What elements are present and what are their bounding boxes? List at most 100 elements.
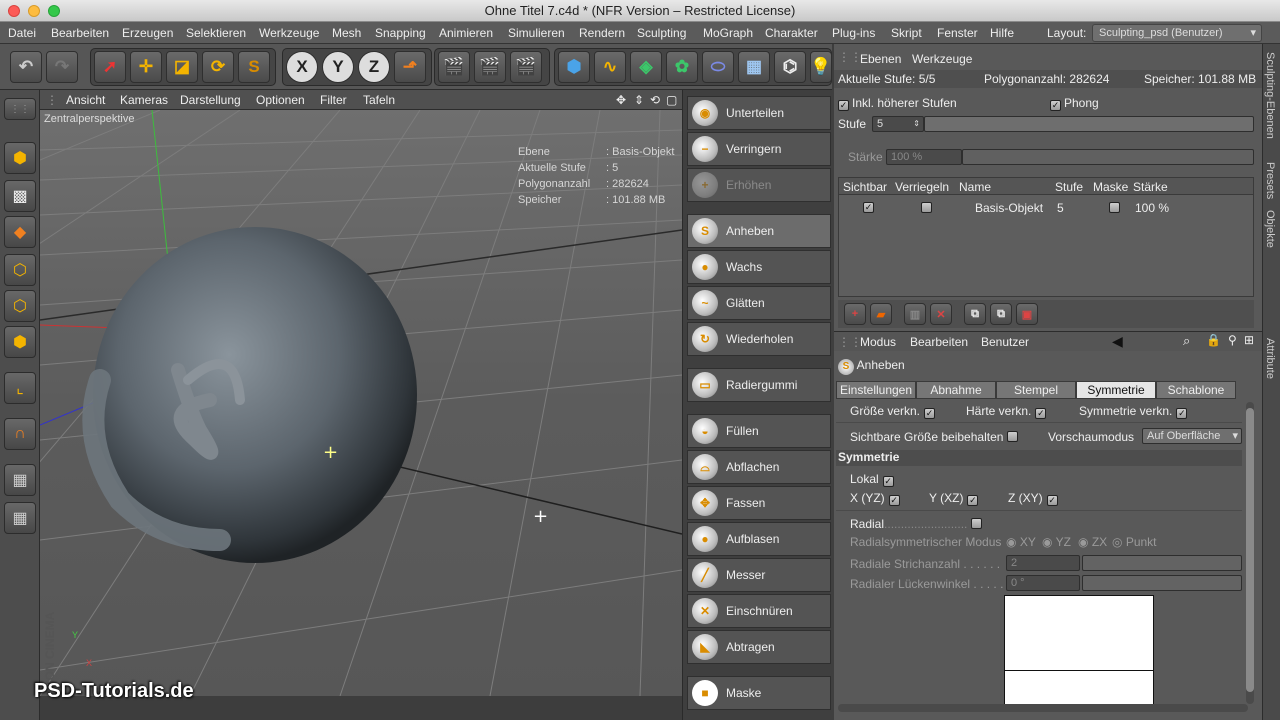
- radial-checkbox[interactable]: Radial.........................: [850, 517, 983, 531]
- menu-mesh[interactable]: Mesh: [332, 26, 361, 40]
- stufe-slider[interactable]: [924, 116, 1254, 132]
- sculpt-tool-button[interactable]: S: [238, 51, 270, 83]
- radial-option-zx[interactable]: ◉ ZX: [1078, 535, 1107, 549]
- menu-rendern[interactable]: Rendern: [579, 26, 625, 40]
- 3d-viewport[interactable]: + + Zentralperspektive Ebene: Basis-Obje…: [40, 110, 682, 696]
- radial-option-yz[interactable]: ◉ YZ: [1042, 535, 1071, 549]
- menu-charakter[interactable]: Charakter: [765, 26, 818, 40]
- scale-tool-button[interactable]: ◪: [166, 51, 198, 83]
- menu-werkzeuge[interactable]: Werkzeuge: [259, 26, 319, 40]
- tool-fassen[interactable]: ✥ Fassen: [687, 486, 831, 520]
- radial-strokes-field[interactable]: 2: [1006, 555, 1080, 571]
- viewport-menu-filter[interactable]: Filter: [320, 93, 347, 107]
- tab-symmetrie[interactable]: Symmetrie: [1076, 381, 1156, 399]
- radial-option-xy[interactable]: ◉ XY: [1006, 535, 1036, 549]
- viewport-dolly-icon[interactable]: ⇕: [634, 93, 644, 107]
- visible-checkbox[interactable]: ✓: [863, 202, 874, 213]
- incl-higher-levels-checkbox[interactable]: ✓ Inkl. höherer Stufen: [838, 96, 957, 111]
- nurbs-object-button[interactable]: ◈: [630, 51, 662, 83]
- radial-option-punkt[interactable]: ◎ Punkt: [1112, 535, 1157, 549]
- menu-simulieren[interactable]: Simulieren: [508, 26, 565, 40]
- planar-workplane-button[interactable]: ▦: [4, 502, 36, 534]
- radial-strokes-slider[interactable]: [1082, 555, 1242, 571]
- radial-gap-slider[interactable]: [1082, 575, 1242, 591]
- attr-menu-bearbeiten[interactable]: Bearbeiten: [910, 335, 968, 349]
- clear-layer-button[interactable]: ✕: [930, 303, 952, 325]
- menu-bearbeiten[interactable]: Bearbeiten: [51, 26, 109, 40]
- polygon-mode-button[interactable]: ⬢: [4, 326, 36, 358]
- tool-wiederholen[interactable]: ↻ Wiederholen: [687, 322, 831, 356]
- link-icon[interactable]: ⚲: [1228, 333, 1237, 347]
- lock-icon[interactable]: 🔒: [1206, 333, 1221, 347]
- side-tab-presets[interactable]: Presets: [1264, 162, 1276, 199]
- tool-abtragen[interactable]: ◣ Abtragen: [687, 630, 831, 664]
- tool-glaetten[interactable]: ~ Glätten: [687, 286, 831, 320]
- select-tool-button[interactable]: ➚: [94, 51, 126, 83]
- add-folder-button[interactable]: ▰: [870, 303, 892, 325]
- workplane-mode-button[interactable]: ◆: [4, 216, 36, 248]
- close-window-button[interactable]: [8, 5, 20, 17]
- tool-fuellen[interactable]: ◒ Füllen: [687, 414, 831, 448]
- menu-datei[interactable]: Datei: [8, 26, 36, 40]
- minimize-window-button[interactable]: [28, 5, 40, 17]
- edge-mode-button[interactable]: ⬡: [4, 290, 36, 322]
- viewport-maximize-icon[interactable]: ▢: [666, 93, 677, 107]
- rotate-tool-button[interactable]: ⟳: [202, 51, 234, 83]
- tool-anheben[interactable]: S Anheben: [687, 214, 831, 248]
- viewport-move-icon[interactable]: ✥: [616, 93, 626, 107]
- staerke-field[interactable]: 100 %: [886, 149, 962, 165]
- x-yz-checkbox[interactable]: X (YZ) ✓: [850, 491, 900, 506]
- viewport-menu-optionen[interactable]: Optionen: [256, 93, 305, 107]
- workplane-lock-button[interactable]: ▦: [4, 464, 36, 496]
- lock-checkbox[interactable]: [921, 202, 932, 213]
- tab-einstellungen[interactable]: Einstellungen: [836, 381, 916, 399]
- point-mode-button[interactable]: ⬡: [4, 254, 36, 286]
- lokal-checkbox[interactable]: Lokal ✓: [850, 472, 894, 487]
- tool-einschnueren[interactable]: ✕ Einschnüren: [687, 594, 831, 628]
- menu-animieren[interactable]: Animieren: [439, 26, 493, 40]
- side-tab-sculpting-ebenen[interactable]: Sculpting-Ebenen: [1264, 52, 1276, 139]
- back-arrow-icon[interactable]: ◀: [1112, 333, 1123, 350]
- menu-snapping[interactable]: Snapping: [375, 26, 426, 40]
- copy-layer-button[interactable]: ⧉: [964, 303, 986, 325]
- viewport-menu-ansicht[interactable]: Ansicht: [66, 93, 105, 107]
- tool-erhoehen[interactable]: + Erhöhen: [687, 168, 831, 202]
- mask-checkbox[interactable]: [1109, 202, 1120, 213]
- deformer-object-button[interactable]: ⬭: [702, 51, 734, 83]
- section-symmetrie[interactable]: Symmetrie: [836, 450, 1242, 466]
- tool-maske[interactable]: ■ Maske: [687, 676, 831, 710]
- axis-mode-button[interactable]: ⌞: [4, 372, 36, 404]
- menu-sculpting[interactable]: Sculpting: [637, 26, 686, 40]
- coordinate-system-button[interactable]: ⬏: [394, 51, 426, 83]
- viewport-menu-kameras[interactable]: Kameras: [120, 93, 168, 107]
- layout-select[interactable]: Sculpting_psd (Benutzer) ▾: [1092, 24, 1262, 42]
- menu-skript[interactable]: Skript: [891, 26, 922, 40]
- cube-object-button[interactable]: ⬢: [558, 51, 590, 83]
- stufe-field[interactable]: 5 ⇕: [872, 116, 924, 132]
- add-layer-button[interactable]: +: [844, 303, 866, 325]
- menu-erzeugen[interactable]: Erzeugen: [122, 26, 173, 40]
- z-xy-checkbox[interactable]: Z (XY) ✓: [1008, 491, 1058, 506]
- viewport-menu-darstellung[interactable]: Darstellung: [180, 93, 241, 107]
- table-row[interactable]: ✓ Basis-Objekt 5 100 %: [839, 199, 1253, 217]
- z-axis-lock-button[interactable]: Z: [358, 51, 390, 83]
- menu-hilfe[interactable]: Hilfe: [990, 26, 1014, 40]
- floor-object-button[interactable]: ▦: [738, 51, 770, 83]
- undo-button[interactable]: ↶: [10, 51, 42, 83]
- tool-abflachen[interactable]: ⌓ Abflachen: [687, 450, 831, 484]
- horizontal-scrollbar[interactable]: [838, 704, 1248, 712]
- viewport-menu-tafeln[interactable]: Tafeln: [363, 93, 395, 107]
- phong-checkbox[interactable]: ✓ Phong: [1050, 96, 1099, 111]
- side-tab-attribute[interactable]: Attribute: [1264, 338, 1276, 379]
- radial-gap-field[interactable]: 0 °: [1006, 575, 1080, 591]
- tab-schablone[interactable]: Schablone: [1156, 381, 1236, 399]
- menu-mograph[interactable]: MoGraph: [703, 26, 753, 40]
- staerke-slider[interactable]: [962, 149, 1254, 165]
- menu-fenster[interactable]: Fenster: [937, 26, 978, 40]
- x-axis-lock-button[interactable]: X: [286, 51, 318, 83]
- tab-ebenen[interactable]: Ebenen: [860, 52, 901, 66]
- attr-menu-benutzer[interactable]: Benutzer: [981, 335, 1029, 349]
- render-picture-viewer-button[interactable]: 🎬: [474, 51, 506, 83]
- side-tab-objekte[interactable]: Objekte: [1264, 210, 1276, 248]
- texture-mode-button[interactable]: ▩: [4, 180, 36, 212]
